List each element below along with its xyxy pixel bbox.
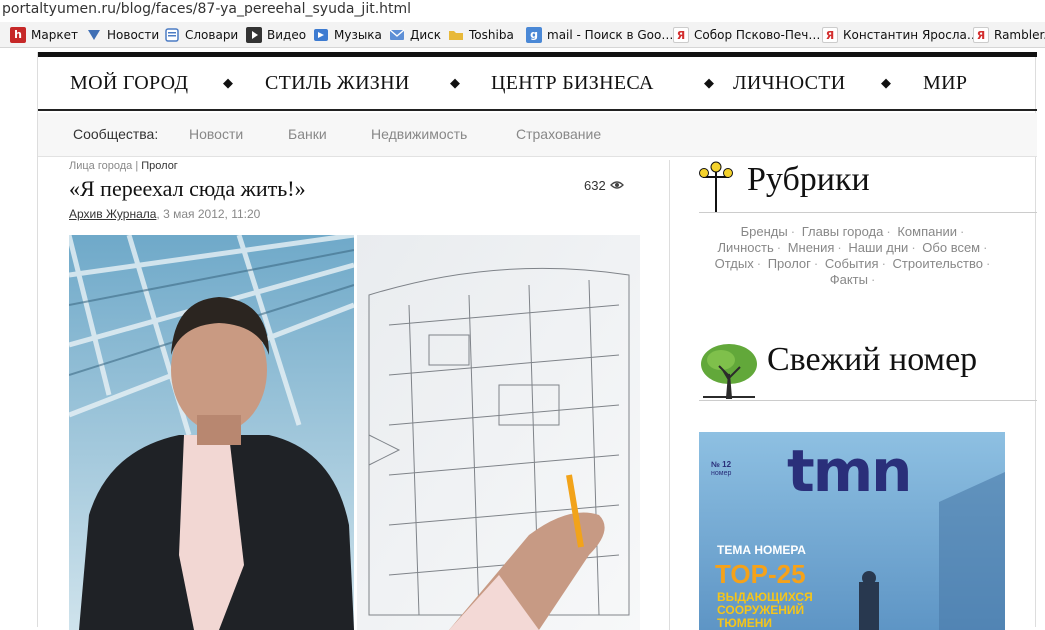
communities-label: Сообщества:	[73, 126, 159, 142]
article-photo[interactable]	[69, 235, 640, 630]
news-icon	[86, 27, 102, 43]
bookmark-label: Видео	[267, 28, 307, 42]
tag-item[interactable]: События	[825, 256, 879, 271]
subnav-item-realty[interactable]: Недвижимость	[371, 126, 467, 142]
article-date: , 3 мая 2012, 11:20	[156, 207, 261, 221]
cover-issue-number: № 12	[711, 460, 732, 469]
music-icon	[313, 27, 329, 43]
view-count: 632	[584, 178, 606, 193]
bookmark-label: mail - Поиск в Goo…	[547, 28, 674, 42]
tag-item[interactable]: Компании	[897, 224, 957, 239]
author-link[interactable]: Архив Журнала	[69, 207, 156, 221]
google-icon: g	[526, 27, 542, 43]
nav-item-my-city[interactable]: МОЙ ГОРОД	[70, 72, 188, 95]
tag-item[interactable]: Наши дни	[848, 240, 908, 255]
disk-icon	[389, 27, 405, 43]
magazine-cover[interactable]: tmn № 12 номер ТЕМА НОМЕРА TOP-25 ВЫДАЮЩ…	[699, 432, 1005, 630]
bookmark-music[interactable]: Музыка	[313, 27, 382, 43]
article-title: «Я переехал сюда жить!»	[69, 176, 306, 201]
dictionary-icon	[164, 27, 180, 43]
folder-icon	[448, 27, 464, 43]
lamp-icon	[699, 160, 733, 217]
eye-icon	[609, 178, 624, 193]
nav-separator-icon: ◆	[450, 75, 460, 90]
rubrics-title: Рубрики	[747, 161, 870, 198]
site-page: МОЙ ГОРОД ◆ СТИЛЬ ЖИЗНИ ◆ ЦЕНТР БИЗНЕСА …	[37, 52, 1037, 630]
h-icon: h	[10, 27, 26, 43]
breadcrumb-section[interactable]: Лица города	[69, 160, 132, 172]
yandex-icon: Я	[822, 27, 838, 43]
bookmark-label: Собор Псково-Печ…	[694, 28, 821, 42]
tree-icon	[699, 340, 759, 405]
bookmark-label: Rambler.r	[994, 28, 1045, 42]
article-meta: Архив Журнала, 3 мая 2012, 11:20	[69, 207, 260, 221]
cover-subline-2: СООРУЖЕНИЙ	[717, 603, 805, 617]
bookmark-label: Константин Яросла…	[843, 28, 979, 42]
breadcrumb-current[interactable]: Пролог	[141, 160, 178, 172]
subnav-item-banks[interactable]: Банки	[288, 126, 327, 142]
bookmark-label: Toshiba	[469, 28, 514, 42]
tag-item[interactable]: Обо всем	[922, 240, 980, 255]
cover-logo: tmn	[787, 437, 912, 505]
bookmark-label: Новости	[107, 28, 160, 42]
bookmark-disk[interactable]: Диск	[389, 27, 441, 43]
tag-item[interactable]: Строительство	[893, 256, 983, 271]
tag-item[interactable]: Мнения	[788, 240, 835, 255]
tag-item[interactable]: Отдых	[715, 256, 754, 271]
fresh-issue-header: Свежий номер	[699, 335, 1037, 401]
yandex-icon: Я	[673, 27, 689, 43]
address-bar[interactable]: portaltyumen.ru/blog/faces/87-ya_pereeha…	[0, 0, 1045, 22]
nav-item-lifestyle[interactable]: СТИЛЬ ЖИЗНИ	[265, 72, 410, 95]
bookmark-rambler[interactable]: Я Rambler.r	[973, 27, 1045, 43]
tag-item[interactable]: Пролог	[768, 256, 811, 271]
bookmark-label: Музыка	[334, 28, 382, 42]
bookmark-label: Диск	[410, 28, 442, 42]
nav-separator-icon: ◆	[223, 75, 233, 90]
tag-item[interactable]: Факты	[830, 272, 868, 287]
url-text[interactable]: portaltyumen.ru/blog/faces/87-ya_pereeha…	[2, 1, 411, 17]
cover-issue-sub: номер	[711, 470, 732, 477]
tag-item[interactable]: Личность	[718, 240, 774, 255]
subnav-item-news[interactable]: Новости	[189, 126, 243, 142]
rubrics-header: Рубрики	[699, 157, 1037, 213]
bookmark-konstantin[interactable]: Я Константин Яросла…	[822, 27, 979, 43]
fresh-issue-title: Свежий номер	[767, 341, 978, 378]
view-counter: 632	[584, 178, 624, 193]
bookmark-sobor[interactable]: Я Собор Псково-Печ…	[673, 27, 820, 43]
bookmark-dictionary[interactable]: Словари	[164, 27, 238, 43]
nav-item-business-center[interactable]: ЦЕНТР БИЗНЕСА	[491, 72, 654, 95]
nav-item-world[interactable]: МИР	[923, 72, 967, 95]
subnav-item-insurance[interactable]: Страхование	[516, 126, 601, 142]
tag-item[interactable]: Бренды	[741, 224, 788, 239]
cover-headline: TOP-25	[715, 559, 806, 589]
communities-nav: Сообщества: Новости Банки Недвижимость С…	[38, 113, 1037, 157]
nav-item-persons[interactable]: ЛИЧНОСТИ	[733, 72, 846, 95]
bookmark-video[interactable]: Видео	[246, 27, 306, 43]
column-divider	[669, 160, 670, 630]
nav-separator-icon: ◆	[881, 75, 891, 90]
cover-theme: ТЕМА НОМЕРА	[717, 543, 806, 557]
bookmark-news[interactable]: Новости	[86, 27, 159, 43]
nav-separator-icon: ◆	[704, 75, 714, 90]
breadcrumb-separator: |	[135, 160, 139, 172]
bookmarks-bar: h Маркет Новости Словари Видео Музыка Ди…	[0, 22, 1045, 48]
bookmark-market[interactable]: h Маркет	[10, 27, 78, 43]
bookmark-label: Маркет	[31, 28, 78, 42]
video-icon	[246, 27, 262, 43]
rubrics-tags: Бренды · Главы города · Компании · Личность…	[714, 224, 991, 287]
bookmark-toshiba[interactable]: Toshiba	[448, 27, 514, 43]
bookmark-label: Словари	[185, 28, 239, 42]
cover-subline-3: ТЮМЕНИ	[717, 616, 772, 630]
yandex-icon: Я	[973, 27, 989, 43]
cover-subline-1: ВЫДАЮЩИХСЯ	[717, 590, 813, 604]
breadcrumb: Лица города | Пролог	[69, 160, 178, 172]
main-nav: МОЙ ГОРОД ◆ СТИЛЬ ЖИЗНИ ◆ ЦЕНТР БИЗНЕСА …	[38, 57, 1037, 111]
bookmark-google-mail[interactable]: g mail - Поиск в Goo…	[526, 27, 673, 43]
tag-item[interactable]: Главы города	[802, 224, 884, 239]
